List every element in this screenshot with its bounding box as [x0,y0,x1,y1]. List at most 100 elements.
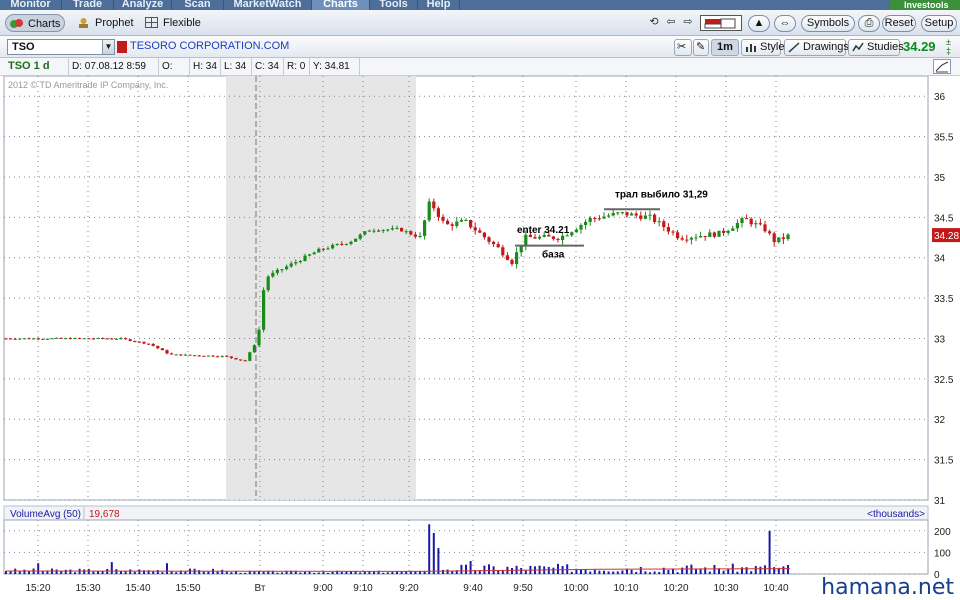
candle-body [216,356,220,358]
volume-bar [713,564,716,574]
candle-body [781,237,785,239]
link-color-indicator[interactable] [117,41,127,53]
drawings-button[interactable]: Drawings [784,39,849,56]
volume-bar [557,563,559,574]
candle-body [197,355,201,357]
symbol-bar: TSO ▼ TESORO CORPORATION.COM ✂ ✎ 1m Styl… [0,36,960,58]
flexible-grid-tab-button[interactable]: Flexible Grid [141,14,221,47]
scissors-tool-button[interactable]: ✂ [674,39,692,56]
volume-bar [759,566,762,574]
candle-body [18,338,22,340]
symbols-button[interactable]: Symbols [801,15,855,32]
time-tick-label: 9:50 [513,583,533,594]
print-button[interactable]: ⎙ [858,15,880,32]
candle-body [634,213,638,216]
time-tick-label: Вт [255,583,266,594]
style-button[interactable]: Style [741,39,784,56]
candle-body [616,212,620,214]
back-arrow-icon[interactable]: ⇦ [665,15,677,30]
forward-arrow-icon[interactable]: ⇨ [682,15,694,30]
bar-open: O: 34 [159,58,190,89]
volume-bar [133,571,136,574]
candle-body [510,259,514,265]
expand-chart-button[interactable] [933,59,951,74]
candle-body [381,229,385,231]
nav-tab-tools[interactable]: Tools [370,0,418,10]
volume-bar [547,566,550,574]
candle-body [469,219,473,228]
nav-tab-marketwatch[interactable]: MarketWatch [224,0,312,10]
candle-body [607,215,611,217]
price-tick-label: 32.5 [934,375,954,386]
price-chart[interactable]: 2012 © TD Ameritrade IP Company, Inc. en… [0,76,960,600]
candle-body [758,223,762,225]
volume-bar [685,565,688,574]
candle-body [579,225,583,230]
price-change-arrows-icon[interactable]: ± ‡ [946,38,951,56]
candle-body [156,345,160,349]
candle-body [662,221,666,228]
candle-body [308,254,312,256]
candle-body [367,230,371,232]
nav-tab-monitor[interactable]: Monitor [0,0,62,10]
prophet-icon [79,18,88,28]
brand-badge[interactable]: Investools [890,0,960,10]
candle-body [390,228,394,230]
candle-body [225,355,229,357]
volume-bar [317,572,320,574]
nav-tab-charts[interactable]: Charts [312,0,370,10]
nav-tab-help[interactable]: Help [418,0,460,10]
link-button[interactable]: ⇔ [774,15,796,32]
candle-body [110,338,114,340]
candle-body [275,269,279,273]
candle-body [446,220,450,225]
volume-bar [649,572,651,574]
volume-bar [359,572,362,574]
volume-bar [704,567,707,574]
prophet-tab-button[interactable]: Prophet [73,14,134,32]
candle-body [551,236,555,239]
time-tick-label: 9:00 [313,583,333,594]
price-tick-label: 35 [934,173,946,184]
candle-body [119,338,123,340]
nav-tab-analyze[interactable]: Analyze [114,0,172,10]
undo-icon[interactable]: ⟲ [648,15,660,30]
symbol-input[interactable]: TSO ▼ [7,39,115,55]
candle-body [170,353,174,355]
candle-body [574,229,578,233]
grid-layout-selector[interactable] [700,15,742,31]
chevron-down-icon[interactable]: ▼ [102,40,114,54]
candle-body [280,269,284,271]
candle-body [409,231,413,235]
nav-tab-scan[interactable]: Scan [172,0,224,10]
candle-body [432,201,436,209]
volume-bar [460,564,463,574]
bar-close: C: 34 [252,58,284,75]
candle-body [349,241,353,244]
volume-bar [593,569,596,574]
charts-tab-button[interactable]: Charts [5,14,65,32]
candle-body [114,338,118,340]
candle-body [735,223,739,229]
candle-body [611,212,615,216]
candle-body [676,232,680,239]
candle-body [243,360,247,362]
volume-bar [589,571,592,574]
alert-bell-button[interactable]: ▲ [748,15,770,32]
candle-body [768,231,772,234]
reset-button[interactable]: Reset [882,15,916,32]
pencil-tool-button[interactable]: ✎ [693,39,709,56]
timeframe-button[interactable]: 1m [711,39,739,56]
setup-button[interactable]: Setup [921,15,957,32]
candle-body [625,212,629,216]
candle-body [317,248,321,253]
candle-body [620,212,624,214]
drawings-icon [788,42,800,53]
nav-tab-trade[interactable]: Trade [62,0,114,10]
candle-body [671,231,675,233]
volume-bar [230,572,233,574]
time-tick-label: 15:50 [175,583,200,594]
candle-body [289,263,293,267]
studies-button[interactable]: Studies [848,39,904,56]
volume-bar [110,562,113,574]
